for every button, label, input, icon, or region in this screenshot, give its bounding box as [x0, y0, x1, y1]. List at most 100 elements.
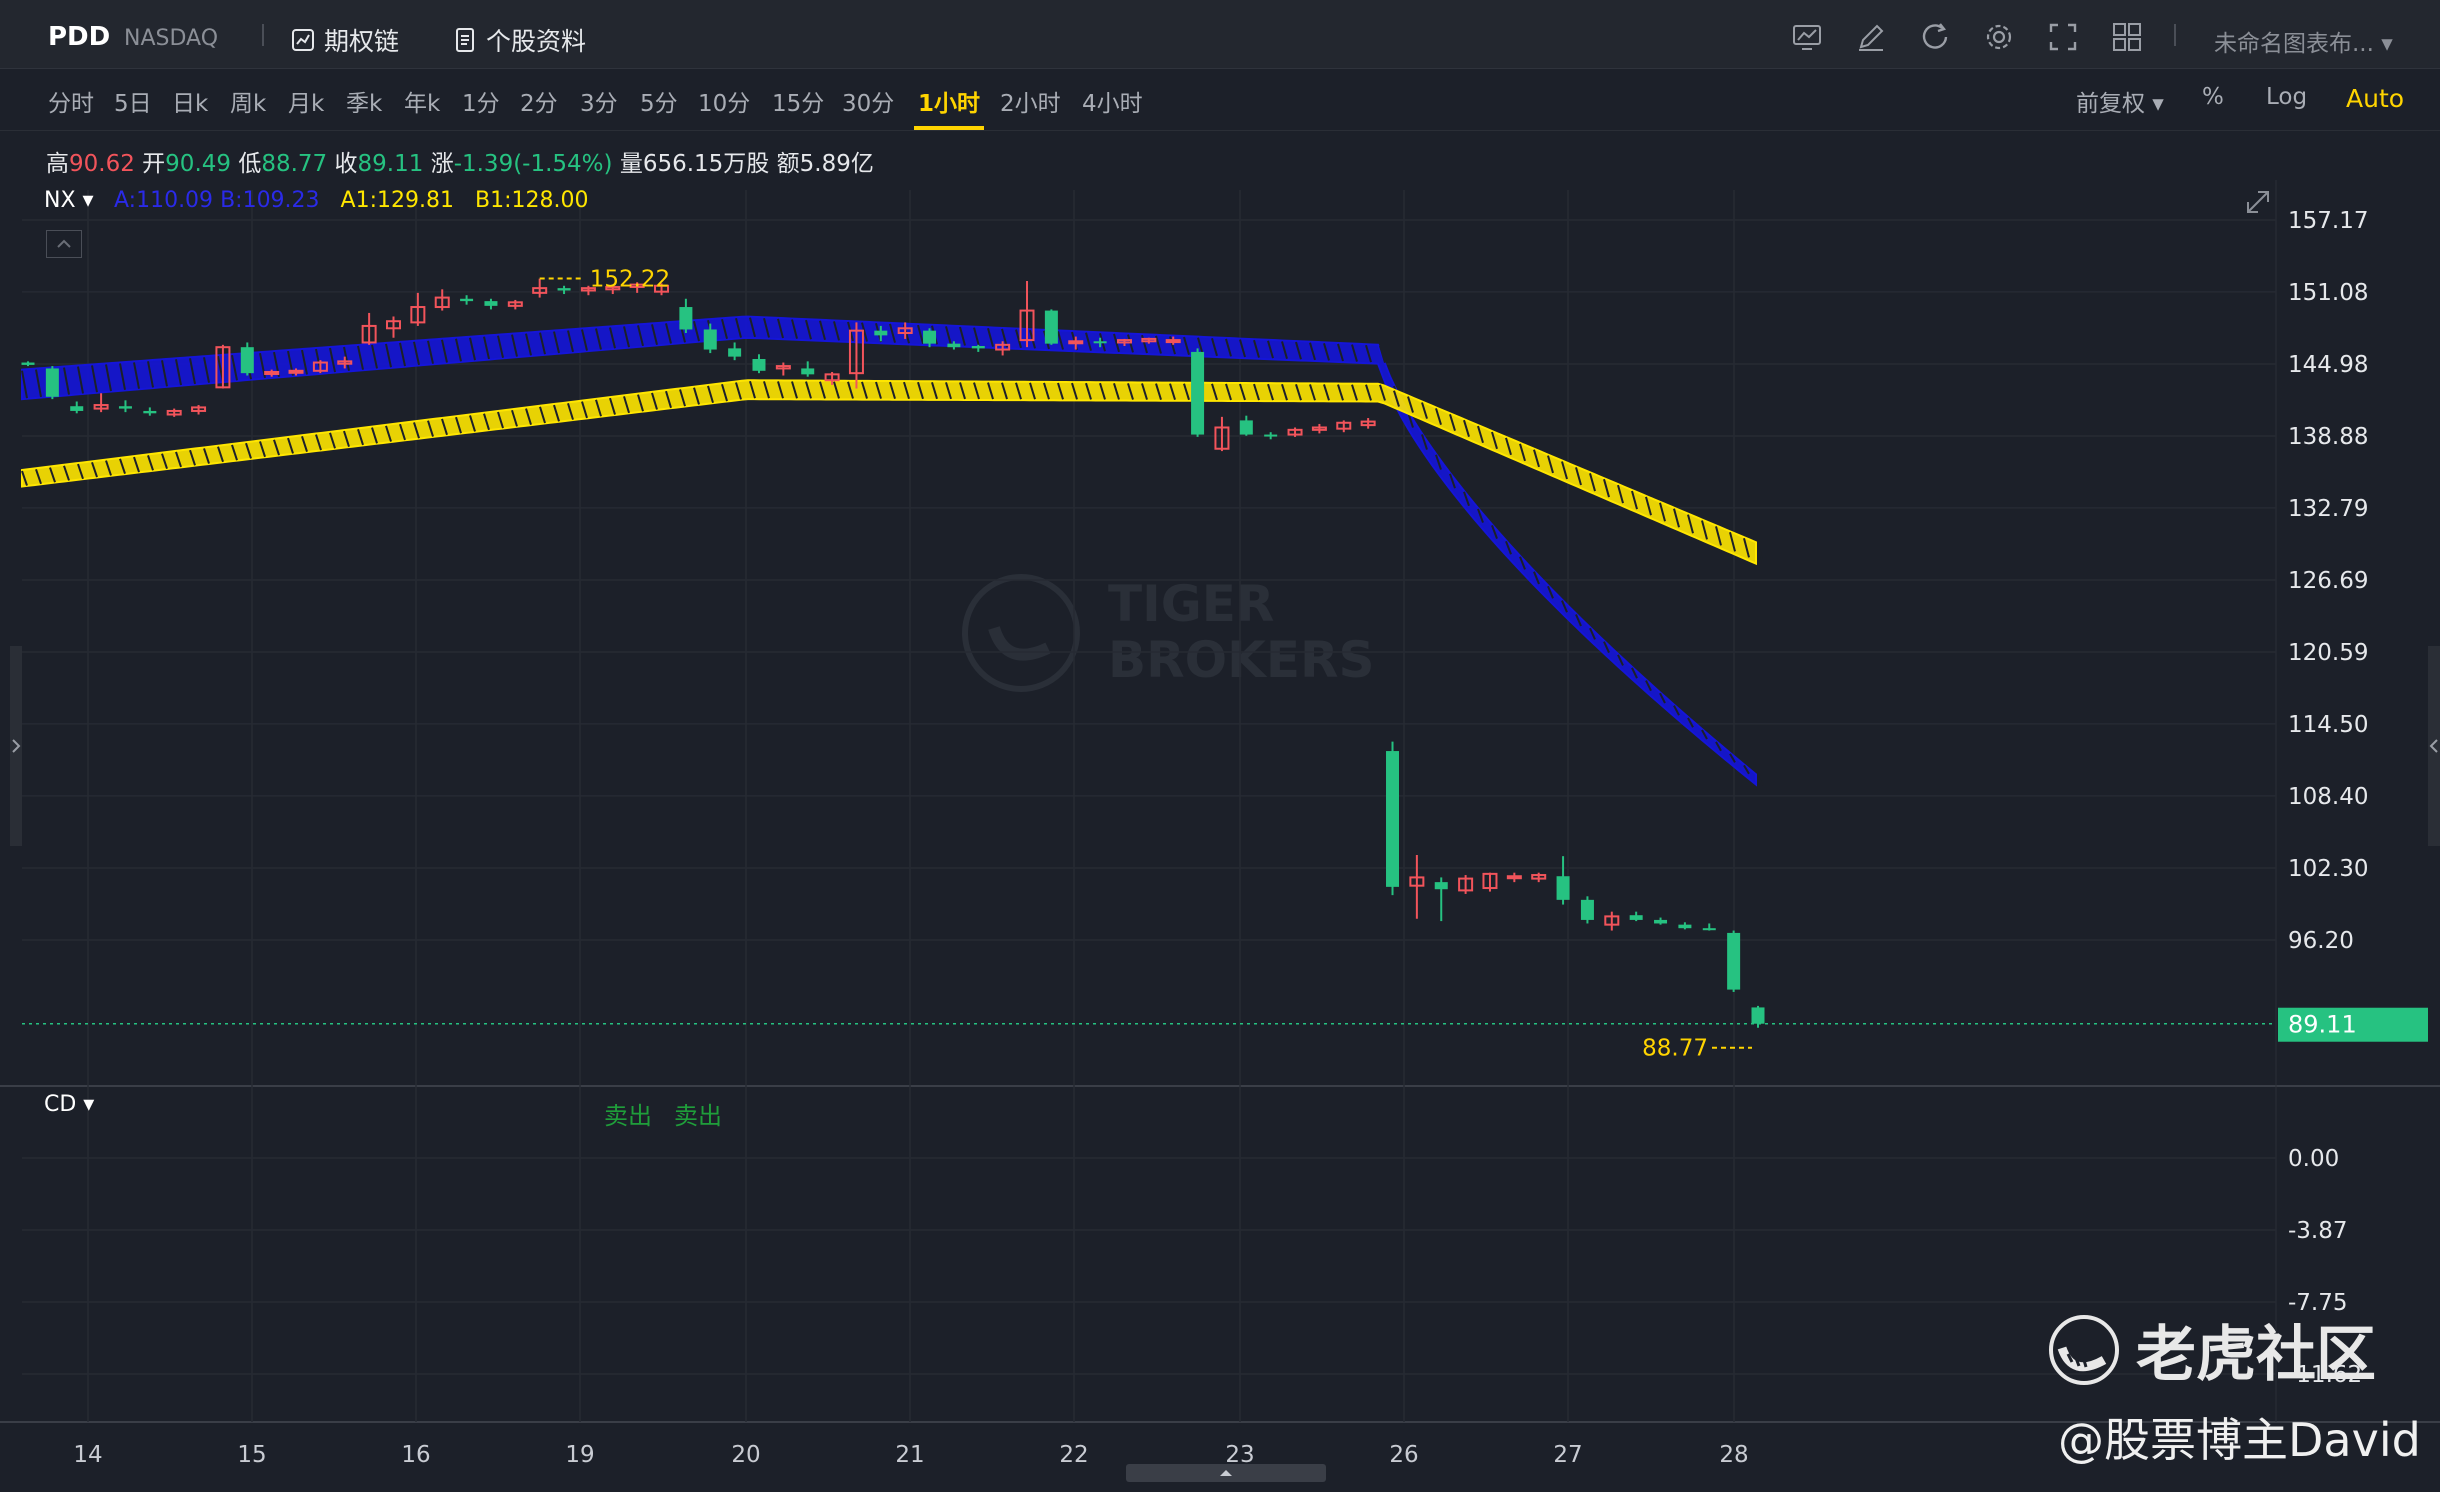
low-value: 88.77 [261, 151, 328, 177]
date-tick-label: 19 [565, 1442, 594, 1464]
adjust-dropdown[interactable]: 前复权 ▾ [2076, 84, 2164, 118]
low-annotation: 88.77 [1642, 1036, 1708, 1062]
last-price-label: 89.11 [2288, 1011, 2357, 1039]
auto-toggle[interactable]: Auto [2346, 84, 2404, 113]
legend-b1: B1:128.00 [474, 188, 589, 213]
candle-body [1165, 339, 1181, 344]
indicator-legend: A:110.09 B:109.23 A1:129.81 B1:128.00 [114, 188, 588, 213]
adjust-label: 前复权 [2076, 91, 2145, 117]
layout-grid-icon[interactable] [2110, 20, 2144, 54]
interval-tab[interactable]: 30分 [842, 84, 894, 118]
interval-tab[interactable]: 2分 [520, 84, 558, 118]
interval-tab[interactable]: 5分 [640, 84, 678, 118]
candle-body [1727, 932, 1741, 990]
candle-body [703, 329, 717, 350]
candle-body [1239, 420, 1253, 435]
refresh-icon[interactable] [1918, 20, 1952, 54]
candle-body [971, 346, 985, 349]
price-axis[interactable]: 157.17 151.08 144.98 138.88 132.79 126.69 120.… [2278, 208, 2428, 1388]
interval-tab[interactable]: 年k [404, 84, 440, 118]
change-value: -1.39(-1.54%) [453, 151, 613, 177]
open-value: 90.49 [165, 151, 232, 177]
main-indicator-selector[interactable]: NX ▾ [44, 188, 94, 213]
candle-body [1654, 919, 1668, 924]
candle-body [264, 370, 280, 375]
pencil-icon[interactable] [1854, 20, 1888, 54]
ticker-symbol[interactable]: PDD [48, 22, 110, 52]
chart-template-icon[interactable] [1790, 20, 1824, 54]
interval-tab[interactable]: 1分 [462, 84, 500, 118]
high-label: 高 [46, 151, 69, 177]
amount-label: 额 [776, 151, 800, 177]
bottom-panel-handle[interactable] [1126, 1464, 1326, 1482]
candle-body [118, 406, 132, 409]
interval-tab[interactable]: 3分 [580, 84, 618, 118]
time-axis[interactable]: 14 15 16 19 20 21 22 23 26 27 28 [73, 1442, 1748, 1464]
candle-body [484, 301, 498, 306]
interval-tab[interactable]: 15分 [772, 84, 824, 118]
candle-body [801, 368, 815, 375]
candle-body [288, 369, 304, 374]
main-indicator-label: NX [44, 188, 76, 213]
interval-tab[interactable]: 周k [230, 84, 266, 118]
change-label: 涨 [430, 151, 454, 177]
interval-tab-active[interactable]: 1小时 [913, 84, 985, 130]
interval-tab[interactable]: 4小时 [1082, 84, 1143, 118]
interval-tab[interactable]: 分时 [48, 84, 94, 118]
option-chain-link[interactable]: 期权链 [290, 22, 399, 58]
layout-name-label: 未命名图表布... [2214, 31, 2374, 57]
interval-tab[interactable]: 月k [288, 84, 324, 118]
collapse-indicator-button[interactable] [46, 230, 82, 258]
candle-body [874, 330, 888, 336]
low-label: 低 [238, 151, 262, 177]
top-toolbar: PDD NASDAQ 期权链 个股资料 未命名图表布... ▾ [0, 0, 2440, 69]
band-rung [1757, 776, 1764, 786]
percent-toggle[interactable]: % [2202, 84, 2224, 110]
right-panel-handle[interactable] [2428, 646, 2440, 846]
candle-body [1093, 341, 1107, 344]
price-tick-label: 138.88 [2288, 424, 2368, 450]
candle-body [1678, 924, 1692, 929]
fullscreen-icon[interactable] [2046, 20, 2080, 54]
close-label: 收 [334, 151, 358, 177]
date-tick-label: 21 [895, 1442, 924, 1464]
interval-tab[interactable]: 2小时 [1000, 84, 1061, 118]
interval-tab[interactable]: 日k [172, 84, 208, 118]
interval-tab[interactable]: 10分 [698, 84, 750, 118]
settings-icon[interactable] [1982, 20, 2016, 54]
price-tick-label: 102.30 [2288, 856, 2368, 882]
candle-body [1556, 876, 1570, 900]
stock-profile-link[interactable]: 个股资料 [452, 22, 586, 58]
date-tick-label: 14 [73, 1442, 102, 1464]
left-panel-handle[interactable] [10, 646, 22, 846]
interval-tab[interactable]: 5日 [114, 84, 152, 118]
divider [262, 24, 264, 46]
tiger-community-logo-icon [2049, 1314, 2119, 1385]
candle-body [1068, 340, 1084, 345]
legend-b: B:109.23 [220, 188, 320, 213]
candle-body [1434, 882, 1448, 890]
expand-chart-icon[interactable] [2244, 188, 2272, 216]
candle-body [1702, 928, 1716, 931]
document-icon [456, 28, 474, 52]
open-label: 开 [142, 151, 166, 177]
band-rung [1757, 543, 1764, 564]
option-chain-label: 期权链 [324, 27, 400, 56]
sub-indicator-selector[interactable]: CD ▾ [44, 1092, 94, 1117]
community-name: 老虎社区 [2136, 1320, 2376, 1390]
candle-body [1191, 351, 1205, 435]
high-value: 90.62 [69, 151, 135, 177]
price-chart[interactable]: 152.22 88.77 157.17 151.08 144.98 138.88 132.… [0, 180, 2440, 1464]
log-toggle[interactable]: Log [2266, 84, 2307, 110]
date-tick-label: 22 [1059, 1442, 1088, 1464]
interval-tab[interactable]: 季k [346, 84, 382, 118]
volume-value: 656.15万股 [642, 151, 770, 177]
option-chain-icon [292, 29, 314, 51]
sub-indicator-label: CD [44, 1092, 77, 1117]
date-tick-label: 15 [237, 1442, 266, 1464]
chevron-left-icon [2429, 739, 2438, 753]
price-tick-label: 157.17 [2288, 208, 2368, 234]
candle-body [557, 288, 571, 291]
price-tick-label: 96.20 [2288, 928, 2354, 954]
layout-selector[interactable]: 未命名图表布... ▾ [2214, 24, 2393, 58]
